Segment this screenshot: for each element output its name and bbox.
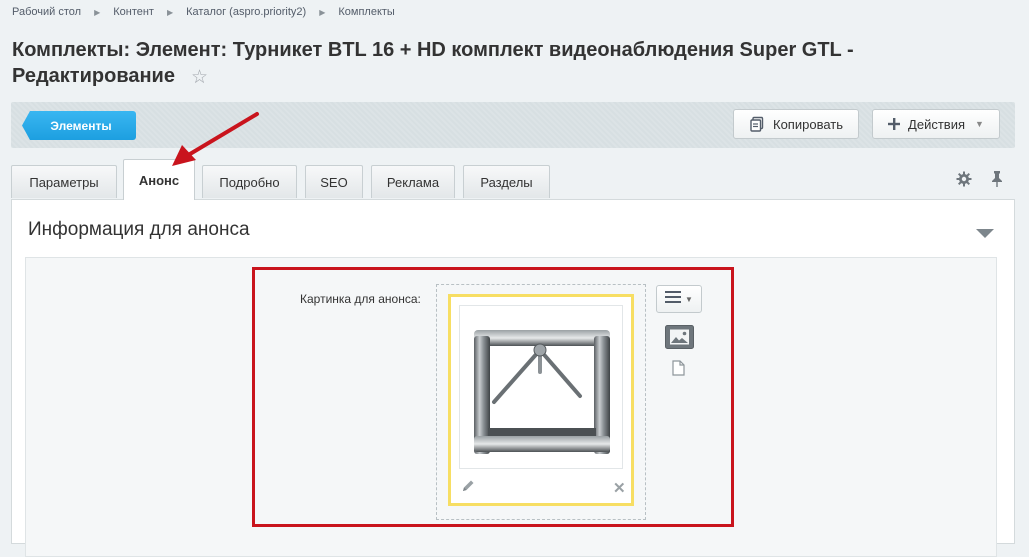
field-label: Картинка для анонса: bbox=[300, 292, 421, 306]
breadcrumb-separator-icon: ▶ bbox=[319, 7, 326, 17]
section-title: Информация для анонса bbox=[28, 219, 250, 240]
breadcrumb-item-content[interactable]: Контент bbox=[113, 6, 154, 18]
collapse-triangle-icon[interactable] bbox=[976, 226, 994, 244]
page-title-text: Комплекты: Элемент: Турникет BTL 16 + HD… bbox=[12, 39, 854, 87]
breadcrumb-separator-icon: ▶ bbox=[94, 7, 101, 17]
gear-icon[interactable] bbox=[956, 171, 972, 192]
tab-advertising[interactable]: Реклама bbox=[371, 165, 455, 198]
pencil-icon[interactable] bbox=[461, 479, 475, 498]
image-menu-button[interactable]: ▼ bbox=[656, 285, 702, 313]
breadcrumb-item-catalog[interactable]: Каталог (aspro.priority2) bbox=[186, 6, 306, 18]
breadcrumb-item-kits[interactable]: Комплекты bbox=[338, 6, 394, 18]
page-title: Комплекты: Элемент: Турникет BTL 16 + HD… bbox=[12, 37, 1002, 91]
section-body: Картинка для анонса: ✕ ▼ bbox=[25, 257, 997, 557]
breadcrumb-separator-icon: ▶ bbox=[166, 7, 174, 17]
close-icon[interactable]: ✕ bbox=[613, 479, 626, 497]
pin-icon[interactable] bbox=[990, 170, 1004, 193]
tab-seo[interactable]: SEO bbox=[305, 165, 363, 198]
actions-button[interactable]: Действия ▼ bbox=[872, 109, 1000, 139]
copy-button-label: Копировать bbox=[773, 116, 843, 132]
highlight-box: Картинка для анонса: ✕ ▼ bbox=[252, 267, 734, 527]
tab-announce[interactable]: Анонс bbox=[123, 159, 195, 200]
turnstile-image bbox=[459, 305, 623, 469]
breadcrumb-item-desktop[interactable]: Рабочий стол bbox=[12, 6, 81, 18]
image-preview-card[interactable]: ✕ bbox=[448, 294, 634, 506]
chevron-down-icon: ▼ bbox=[685, 294, 693, 304]
image-library-icon[interactable] bbox=[665, 325, 694, 354]
tab-parameters[interactable]: Параметры bbox=[11, 165, 117, 198]
star-icon[interactable]: ☆ bbox=[191, 65, 208, 91]
chevron-down-icon: ▼ bbox=[975, 119, 984, 129]
breadcrumb: Рабочий стол ▶ Контент ▶ Каталог (aspro.… bbox=[12, 6, 395, 18]
copy-button[interactable]: Копировать bbox=[733, 109, 859, 139]
tab-sections[interactable]: Разделы bbox=[463, 165, 550, 198]
elements-button[interactable]: Элементы bbox=[22, 111, 136, 140]
hamburger-icon bbox=[665, 290, 682, 308]
announce-panel: Информация для анонса Картинка для анонс… bbox=[11, 199, 1015, 557]
toolbar: Элементы Копировать Действия ▼ bbox=[11, 102, 1015, 148]
tab-details[interactable]: Подробно bbox=[202, 165, 297, 198]
plus-icon bbox=[888, 118, 901, 130]
actions-button-label: Действия bbox=[908, 116, 966, 132]
file-icon[interactable] bbox=[672, 360, 685, 381]
image-dropzone[interactable]: ✕ bbox=[436, 284, 646, 520]
copy-icon bbox=[749, 116, 765, 132]
